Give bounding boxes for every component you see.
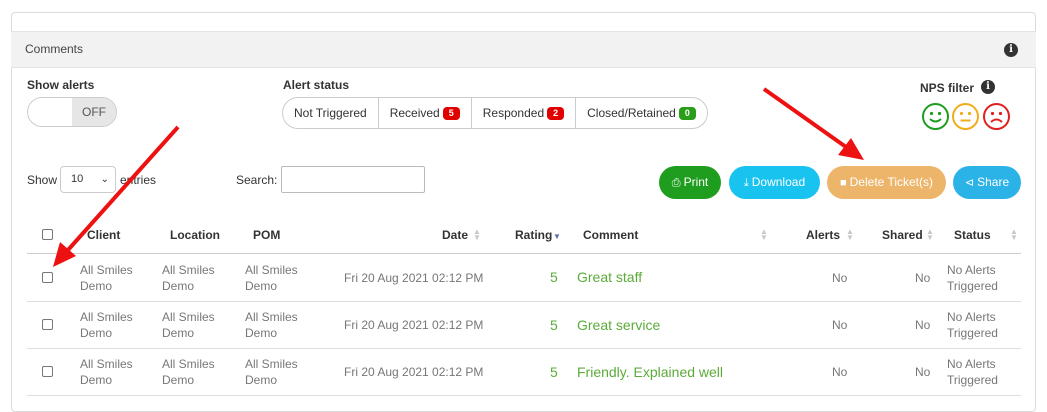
share-button[interactable]: ⊲ Share (953, 166, 1021, 199)
alert-status-label: Alert status (283, 78, 350, 92)
status-cell: No Alerts Triggered (947, 263, 998, 293)
page-size-select[interactable]: 10 ⌄ (60, 166, 116, 193)
status-received[interactable]: Received 5 (379, 98, 472, 128)
column-header-location[interactable]: Location (170, 228, 220, 242)
row-checkbox[interactable] (42, 366, 53, 377)
status-closed-retained[interactable]: Closed/Retained 0 (576, 98, 707, 128)
row-checkbox[interactable] (42, 319, 53, 330)
info-icon[interactable]: i (981, 80, 995, 94)
trash-icon: ■ (839, 177, 847, 189)
table-divider (27, 253, 1021, 254)
status-cell: No Alerts Triggered (947, 310, 998, 340)
download-label: Download (751, 175, 806, 189)
client-cell: All Smiles Demo (80, 357, 133, 387)
client-cell: All Smiles Demo (80, 263, 133, 293)
column-header-rating[interactable]: Rating (515, 228, 552, 242)
row-checkbox[interactable] (42, 272, 53, 283)
pom-cell: All Smiles Demo (245, 310, 298, 340)
print-label: Print (683, 175, 709, 189)
status-not-triggered[interactable]: Not Triggered (283, 98, 379, 128)
shared-cell: No (915, 318, 931, 332)
column-header-date[interactable]: Date (442, 228, 468, 242)
printer-icon: ⎙ (671, 177, 681, 189)
sort-icon[interactable]: ▲ ▼ (760, 228, 768, 242)
status-cell: No Alerts Triggered (947, 357, 998, 387)
show-alerts-toggle[interactable]: OFF (27, 97, 117, 127)
row-divider (27, 348, 1021, 349)
sad-face-icon[interactable] (983, 103, 1010, 130)
alerts-cell: No (832, 318, 848, 332)
pom-cell: All Smiles Demo (245, 357, 298, 387)
rating-cell: 5 (550, 269, 558, 285)
alert-status-group: Not Triggered Received 5 Responded 2 Close… (282, 97, 708, 129)
sort-icon[interactable]: ▲ ▼ (926, 228, 934, 242)
share-icon: ⊲ (964, 177, 975, 189)
status-responded[interactable]: Responded 2 (472, 98, 577, 128)
download-button[interactable]: ⤓ Download (729, 166, 820, 199)
comment-cell[interactable]: Great service (577, 317, 660, 333)
comment-cell[interactable]: Great staff (577, 269, 642, 285)
info-icon[interactable]: i (1004, 43, 1018, 57)
date-cell: Fri 20 Aug 2021 02:12 PM (344, 318, 484, 332)
comments-panel (11, 12, 1036, 412)
rating-cell: 5 (550, 317, 558, 333)
panel-title: Comments (25, 42, 84, 56)
date-cell: Fri 20 Aug 2021 02:12 PM (344, 271, 484, 285)
print-button[interactable]: ⎙ Print (659, 166, 721, 199)
select-all-checkbox[interactable] (42, 229, 53, 240)
neutral-face-icon[interactable] (952, 103, 979, 130)
status-label: Received (389, 106, 440, 120)
chevron-down-icon: ⌄ (100, 174, 109, 185)
comment-cell[interactable]: Friendly. Explained well (577, 364, 723, 380)
column-header-shared[interactable]: Shared (882, 228, 923, 242)
client-cell: All Smiles Demo (80, 310, 133, 340)
search-input[interactable] (281, 166, 425, 193)
delete-label: Delete Ticket(s) (849, 175, 933, 189)
sort-desc-icon[interactable]: ▼ (553, 233, 561, 241)
alerts-cell: No (832, 365, 848, 379)
delete-tickets-button[interactable]: ■ Delete Ticket(s) (827, 166, 946, 199)
location-cell: All Smiles Demo (162, 263, 215, 293)
search-label: Search: (236, 173, 278, 187)
row-divider (27, 301, 1021, 302)
sort-icon[interactable]: ▲ ▼ (473, 228, 481, 242)
column-header-pom[interactable]: POM (253, 228, 280, 242)
status-label: Responded (482, 106, 545, 120)
status-label: Not Triggered (294, 106, 367, 120)
location-cell: All Smiles Demo (162, 310, 215, 340)
nps-filter-label: NPS filter (920, 81, 975, 95)
sort-icon[interactable]: ▲ ▼ (846, 228, 854, 242)
entries-label: entries (120, 173, 157, 187)
location-cell: All Smiles Demo (162, 357, 215, 387)
download-icon: ⤓ (743, 177, 749, 189)
column-header-status[interactable]: Status (954, 228, 991, 242)
share-label: Share (977, 175, 1010, 189)
count-badge: 5 (442, 107, 460, 120)
alerts-cell: No (832, 271, 848, 285)
count-badge: 0 (678, 107, 696, 120)
rating-cell: 5 (550, 364, 558, 380)
page-size-value: 10 (71, 173, 84, 185)
show-alerts-label: Show alerts (27, 78, 95, 92)
sort-icon[interactable]: ▲ ▼ (1010, 228, 1018, 242)
show-label: Show (27, 173, 58, 187)
shared-cell: No (915, 271, 931, 285)
column-header-alerts[interactable]: Alerts (806, 228, 840, 242)
status-label: Closed/Retained (587, 106, 676, 120)
column-header-comment[interactable]: Comment (583, 228, 638, 242)
toggle-state: OFF (72, 98, 116, 126)
column-header-client[interactable]: Client (87, 228, 120, 242)
date-cell: Fri 20 Aug 2021 02:12 PM (344, 365, 484, 379)
panel-header: Comments i (11, 31, 1036, 68)
smile-face-icon[interactable] (922, 103, 949, 130)
shared-cell: No (915, 365, 931, 379)
pom-cell: All Smiles Demo (245, 263, 298, 293)
row-divider (27, 395, 1021, 396)
count-badge: 2 (547, 107, 565, 120)
